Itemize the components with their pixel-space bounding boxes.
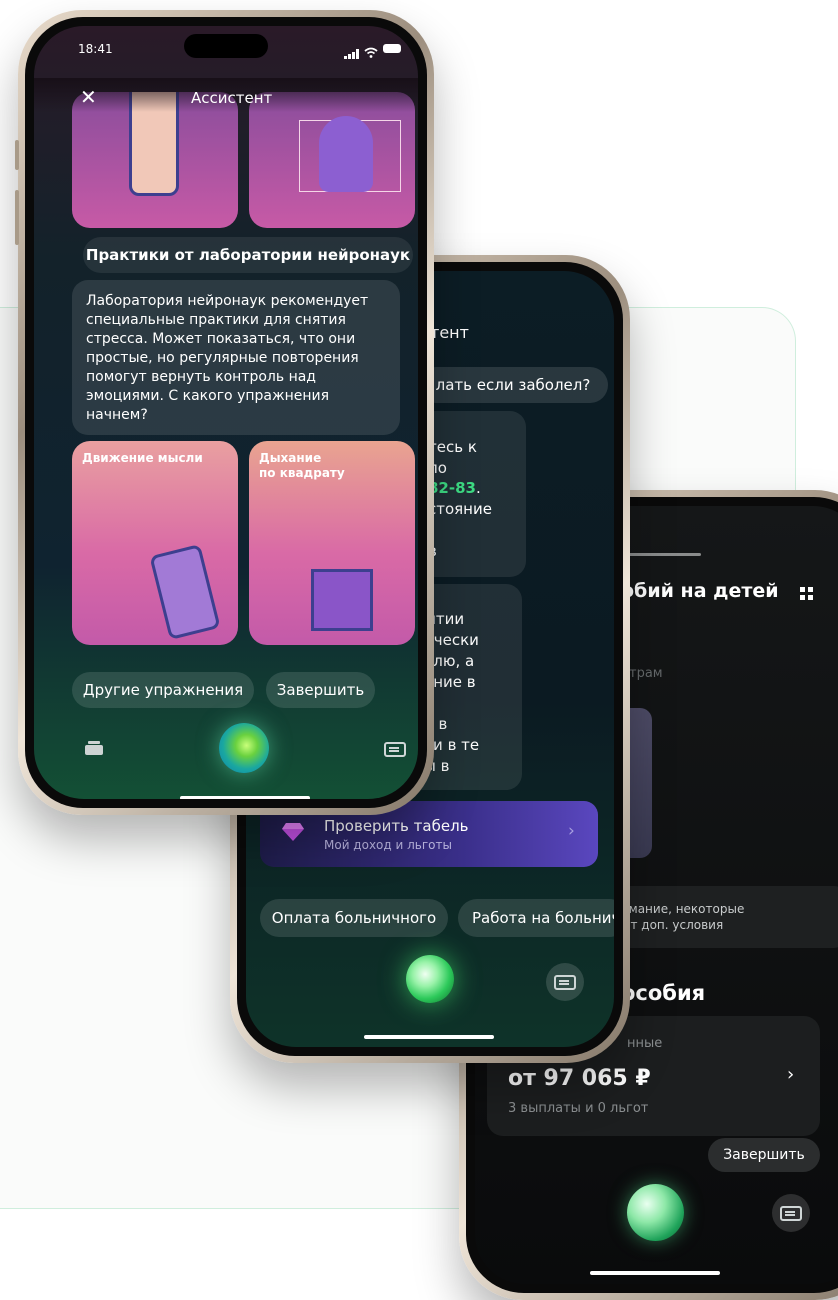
status-time: 18:41	[78, 42, 113, 56]
assistant-orb[interactable]	[406, 955, 454, 1003]
phone-stress-practices: 18:41 ✕ Ассистент Практики от лаборатори…	[15, 10, 434, 815]
notice-line-1: нимание, некоторые	[613, 902, 745, 916]
girl-illustration	[319, 116, 373, 192]
diamond-icon	[282, 823, 304, 845]
header-title: Ассистент	[191, 89, 273, 107]
chevron-right-icon: ›	[568, 821, 575, 841]
banner-subtitle: Мой доход и льготы	[324, 838, 452, 852]
signal-icon	[344, 44, 360, 63]
chip-work-sick[interactable]: Работа на больнич	[458, 899, 614, 937]
keyboard-icon	[780, 1206, 802, 1221]
phone-illustration	[149, 543, 221, 641]
keyboard-icon[interactable]	[384, 742, 406, 757]
wifi-icon	[364, 43, 378, 62]
benefits-section-title: особия	[621, 981, 706, 1005]
practice-card-girl-img[interactable]	[249, 92, 415, 228]
benefits-title: обий на детей	[621, 580, 779, 602]
assistant-orb[interactable]	[219, 723, 269, 773]
benefit-sub: 3 выплаты и 0 льгот	[508, 1101, 649, 1116]
card-title: Движение мысли	[82, 451, 203, 465]
benefit-amount: от 97 065 ₽	[508, 1066, 651, 1091]
apps-icon[interactable]	[800, 585, 813, 600]
banner-title: Проверить табель	[324, 817, 469, 835]
close-icon[interactable]: ✕	[80, 87, 97, 107]
practice-card-phone-img[interactable]	[72, 92, 238, 228]
section-title-chip: Практики от лаборатории нейронаук	[83, 237, 413, 273]
user-question: лать если заболел?	[418, 367, 608, 403]
header-title: тент	[430, 323, 469, 342]
phone-after: .	[475, 479, 481, 497]
chevron-right-icon: ›	[787, 1064, 795, 1085]
finish-chip[interactable]: Завершить	[708, 1138, 820, 1172]
chip-sick-pay[interactable]: Оплата больничного	[260, 899, 448, 937]
home-indicator	[590, 1271, 720, 1275]
card-label: нные	[627, 1036, 663, 1051]
dynamic-island	[184, 34, 268, 58]
home-indicator	[364, 1035, 494, 1039]
cards-icon[interactable]	[85, 740, 103, 759]
home-indicator	[180, 796, 310, 799]
bubble1-line1: тесь к	[428, 438, 477, 456]
practice-card-thought-movement[interactable]: Движение мысли	[72, 441, 238, 645]
chip-finish[interactable]: Завершить	[266, 672, 375, 708]
assistant-message: Лаборатория нейронаук рекомендует специа…	[72, 280, 400, 435]
phone-number[interactable]: 82-83	[428, 479, 476, 497]
practice-card-box-breathing[interactable]: Дыхание по квадрату	[249, 441, 415, 645]
battery-icon	[383, 44, 401, 53]
chip-other-exercises[interactable]: Другие упражнения	[72, 672, 254, 708]
keyboard-icon	[554, 975, 576, 990]
breathing-square-illustration	[311, 569, 373, 631]
bubble1-line3: стояние	[428, 500, 492, 518]
card-title: Дыхание по квадрату	[259, 451, 345, 480]
assistant-orb[interactable]	[627, 1184, 684, 1241]
